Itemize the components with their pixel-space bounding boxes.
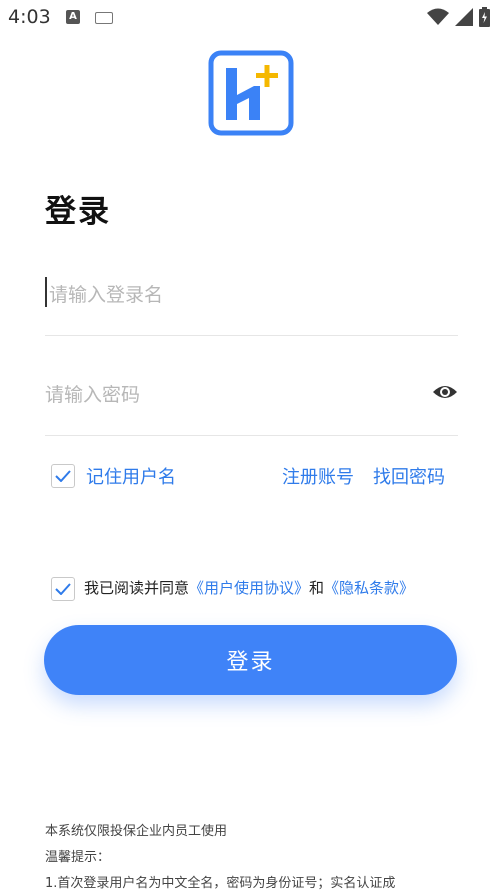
agreement-text: 我已阅读并同意《用户使用协议》和《隐私条款》 [84, 577, 414, 598]
status-time: 4:03 [8, 6, 51, 28]
register-account-link[interactable]: 注册账号 [282, 463, 354, 489]
remember-username-label[interactable]: 记住用户名 [86, 463, 176, 489]
checkmark-icon [55, 583, 71, 595]
username-input[interactable] [49, 275, 409, 315]
signal-icon [455, 8, 473, 26]
notice-line-2: 温馨提示： [45, 850, 111, 865]
privacy-policy-link[interactable]: 《隐私条款》 [324, 579, 414, 597]
checkmark-icon [55, 470, 71, 482]
page-title: 登录 [45, 194, 111, 230]
battery-icon [479, 7, 490, 27]
eye-icon[interactable] [432, 379, 458, 405]
user-agreement-link[interactable]: 《用户使用协议》 [189, 579, 309, 597]
agreement-conjunction: 和 [309, 579, 325, 597]
username-field-container [45, 275, 458, 336]
remember-username-checkbox[interactable] [51, 464, 75, 488]
notification-a-icon: A [66, 10, 80, 24]
app-logo-icon [208, 50, 294, 136]
agreement-prefix: 我已阅读并同意 [84, 579, 190, 597]
keyboard-icon [95, 12, 113, 24]
notice-line-3: 1.首次登录用户名为中文全名，密码为身份证号；实名认证成 [45, 876, 396, 891]
text-cursor [45, 277, 47, 307]
password-field-container [45, 375, 458, 436]
notice-line-1: 本系统仅限投保企业内员工使用 [45, 824, 228, 839]
password-input[interactable] [45, 375, 405, 415]
status-indicators [427, 7, 490, 27]
recover-password-link[interactable]: 找回密码 [373, 463, 445, 489]
agreement-checkbox[interactable] [51, 577, 75, 601]
wifi-icon [427, 8, 449, 25]
login-button[interactable]: 登录 [44, 625, 457, 695]
status-bar: 4:03 A [0, 0, 500, 34]
